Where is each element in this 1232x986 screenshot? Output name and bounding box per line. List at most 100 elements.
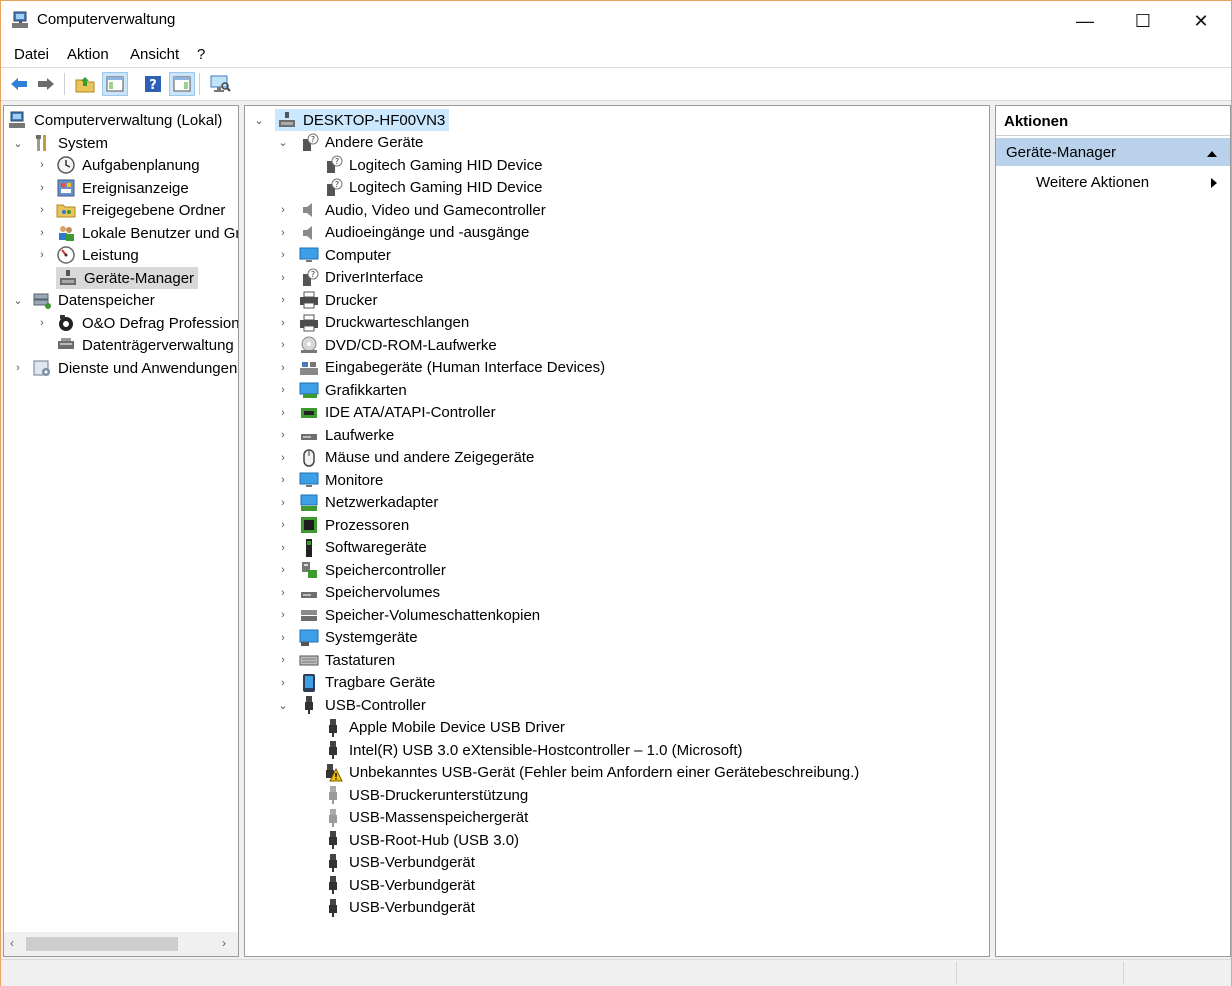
menu-datei[interactable]: Datei	[14, 46, 49, 63]
chevron-right-icon[interactable]: ›	[36, 317, 48, 329]
chevron-right-icon[interactable]: ›	[277, 429, 289, 441]
device-item[interactable]: Unbekanntes USB-Gerät (Fehler beim Anfor…	[301, 762, 859, 784]
tree-item-datenspeicher[interactable]: ⌄ Datenspeicher	[12, 289, 155, 311]
device-category[interactable]: › Grafikkarten	[277, 379, 407, 401]
device-category[interactable]: › Audioeingänge und -ausgänge	[277, 222, 529, 244]
show-hide-action-pane-button[interactable]	[169, 72, 195, 96]
horizontal-scrollbar[interactable]: ‹ ›	[4, 932, 238, 956]
chevron-right-icon[interactable]: ›	[277, 339, 289, 351]
chevron-right-icon[interactable]: ›	[36, 227, 48, 239]
device-category[interactable]: › Druckwarteschlangen	[277, 312, 469, 334]
device-category[interactable]: › Monitore	[277, 469, 383, 491]
chevron-right-icon[interactable]: ›	[277, 587, 289, 599]
submenu-arrow-icon[interactable]	[1210, 176, 1218, 193]
chevron-right-icon[interactable]: ›	[277, 249, 289, 261]
chevron-down-icon[interactable]: ⌄	[12, 137, 24, 150]
chevron-right-icon[interactable]: ›	[277, 362, 289, 374]
device-category[interactable]: › Laufwerke	[277, 424, 394, 446]
tree-item-geraete-manager[interactable]: Geräte-Manager	[56, 267, 199, 289]
chevron-right-icon[interactable]: ›	[277, 519, 289, 531]
device-item[interactable]: USB-Verbundgerät	[301, 874, 475, 896]
chevron-down-icon[interactable]: ⌄	[12, 294, 24, 307]
tree-item-freigegebene-ordner[interactable]: › Freigegebene Ordner	[36, 199, 225, 221]
device-item[interactable]: ? Logitech Gaming HID Device	[301, 177, 542, 199]
device-item[interactable]: ? Logitech Gaming HID Device	[301, 154, 542, 176]
device-item[interactable]: USB-Verbundgerät	[301, 852, 475, 874]
scrollbar-thumb[interactable]	[26, 937, 178, 951]
up-folder-button[interactable]	[72, 72, 98, 96]
chevron-right-icon[interactable]: ›	[277, 227, 289, 239]
chevron-right-icon[interactable]: ›	[277, 407, 289, 419]
device-item[interactable]: Apple Mobile Device USB Driver	[301, 717, 565, 739]
device-category[interactable]: › Netzwerkadapter	[277, 492, 438, 514]
scan-hardware-button[interactable]	[207, 72, 233, 96]
tree-item-leistung[interactable]: › Leistung	[36, 244, 139, 266]
device-category[interactable]: › Computer	[277, 244, 391, 266]
menu-aktion[interactable]: Aktion	[67, 46, 109, 63]
device-category[interactable]: › Speichervolumes	[277, 582, 440, 604]
chevron-right-icon[interactable]: ›	[277, 452, 289, 464]
back-button[interactable]	[6, 72, 32, 96]
device-category[interactable]: › Audio, Video und Gamecontroller	[277, 199, 546, 221]
device-category[interactable]: › Drucker	[277, 289, 378, 311]
chevron-right-icon[interactable]: ›	[277, 474, 289, 486]
minimize-button[interactable]: —	[1056, 1, 1114, 41]
maximize-button[interactable]: ☐	[1114, 1, 1172, 41]
tree-item-system[interactable]: ⌄ System	[12, 132, 108, 154]
scroll-left-icon[interactable]: ‹	[10, 936, 14, 950]
chevron-right-icon[interactable]: ›	[277, 609, 289, 621]
chevron-right-icon[interactable]: ›	[36, 182, 48, 194]
chevron-right-icon[interactable]: ›	[277, 542, 289, 554]
forward-button[interactable]	[33, 72, 59, 96]
device-category[interactable]: › Eingabegeräte (Human Interface Devices)	[277, 357, 605, 379]
tree-item-ereignisanzeige[interactable]: › Ereignisanzeige	[36, 177, 189, 199]
device-category[interactable]: › Prozessoren	[277, 514, 409, 536]
actions-section-geraete-manager[interactable]: Geräte-Manager	[996, 138, 1230, 166]
category-usb-controller[interactable]: ⌄ USB-Controller	[277, 694, 426, 716]
weitere-aktionen-item[interactable]: Weitere Aktionen	[1036, 174, 1149, 191]
chevron-right-icon[interactable]: ›	[36, 204, 48, 216]
tree-item-lokale-benutzer[interactable]: › Lokale Benutzer und Gruppen	[36, 222, 238, 244]
help-button[interactable]: ?	[140, 72, 166, 96]
category-andere-geraete[interactable]: ⌄? Andere Geräte	[277, 132, 423, 154]
device-category[interactable]: › Tastaturen	[277, 649, 395, 671]
chevron-right-icon[interactable]: ›	[36, 159, 48, 171]
collapse-up-icon[interactable]	[1206, 145, 1218, 162]
chevron-right-icon[interactable]: ›	[277, 272, 289, 284]
close-button[interactable]: ✕	[1172, 1, 1230, 41]
chevron-right-icon[interactable]: ›	[277, 677, 289, 689]
device-category[interactable]: › DVD/CD-ROM-Laufwerke	[277, 334, 497, 356]
menu-help[interactable]: ?	[197, 46, 205, 63]
tree-item-dienste[interactable]: › Dienste und Anwendungen	[12, 357, 237, 379]
device-item[interactable]: USB-Druckerunterstützung	[301, 784, 528, 806]
chevron-right-icon[interactable]: ›	[277, 384, 289, 396]
chevron-right-icon[interactable]: ›	[277, 204, 289, 216]
tree-item-root[interactable]: Computerverwaltung (Lokal)	[8, 109, 222, 131]
device-item[interactable]: USB-Root-Hub (USB 3.0)	[301, 829, 519, 851]
chevron-right-icon[interactable]: ›	[277, 654, 289, 666]
tree-item-aufgabenplanung[interactable]: › Aufgabenplanung	[36, 154, 200, 176]
tree-item-datentraegerverwaltung[interactable]: Datenträgerverwaltung	[56, 334, 234, 356]
device-category[interactable]: › IDE ATA/ATAPI-Controller	[277, 402, 495, 424]
chevron-right-icon[interactable]: ›	[277, 497, 289, 509]
device-category[interactable]: ›? DriverInterface	[277, 267, 423, 289]
device-category[interactable]: › Mäuse und andere Zeigegeräte	[277, 447, 534, 469]
menu-ansicht[interactable]: Ansicht	[130, 46, 179, 63]
chevron-right-icon[interactable]: ›	[277, 564, 289, 576]
device-category[interactable]: › Speicher-Volumeschattenkopien	[277, 604, 540, 626]
device-item[interactable]: USB-Verbundgerät	[301, 897, 475, 919]
device-item[interactable]: Intel(R) USB 3.0 eXtensible-Hostcontroll…	[301, 739, 742, 761]
chevron-down-icon[interactable]: ⌄	[277, 137, 289, 149]
chevron-right-icon[interactable]: ›	[12, 362, 24, 374]
device-item[interactable]: USB-Massenspeichergerät	[301, 807, 528, 829]
chevron-down-icon[interactable]: ⌄	[253, 114, 265, 127]
tree-item-oo-defrag[interactable]: › O&O Defrag Professional	[36, 312, 238, 334]
chevron-right-icon[interactable]: ›	[277, 294, 289, 306]
device-root[interactable]: ⌄ DESKTOP-HF00VN3	[253, 109, 450, 131]
scroll-right-icon[interactable]: ›	[222, 936, 226, 950]
show-hide-console-tree-button[interactable]	[102, 72, 128, 96]
device-category[interactable]: › Speichercontroller	[277, 559, 446, 581]
chevron-right-icon[interactable]: ›	[277, 632, 289, 644]
chevron-right-icon[interactable]: ›	[36, 249, 48, 261]
device-category[interactable]: › Tragbare Geräte	[277, 672, 435, 694]
